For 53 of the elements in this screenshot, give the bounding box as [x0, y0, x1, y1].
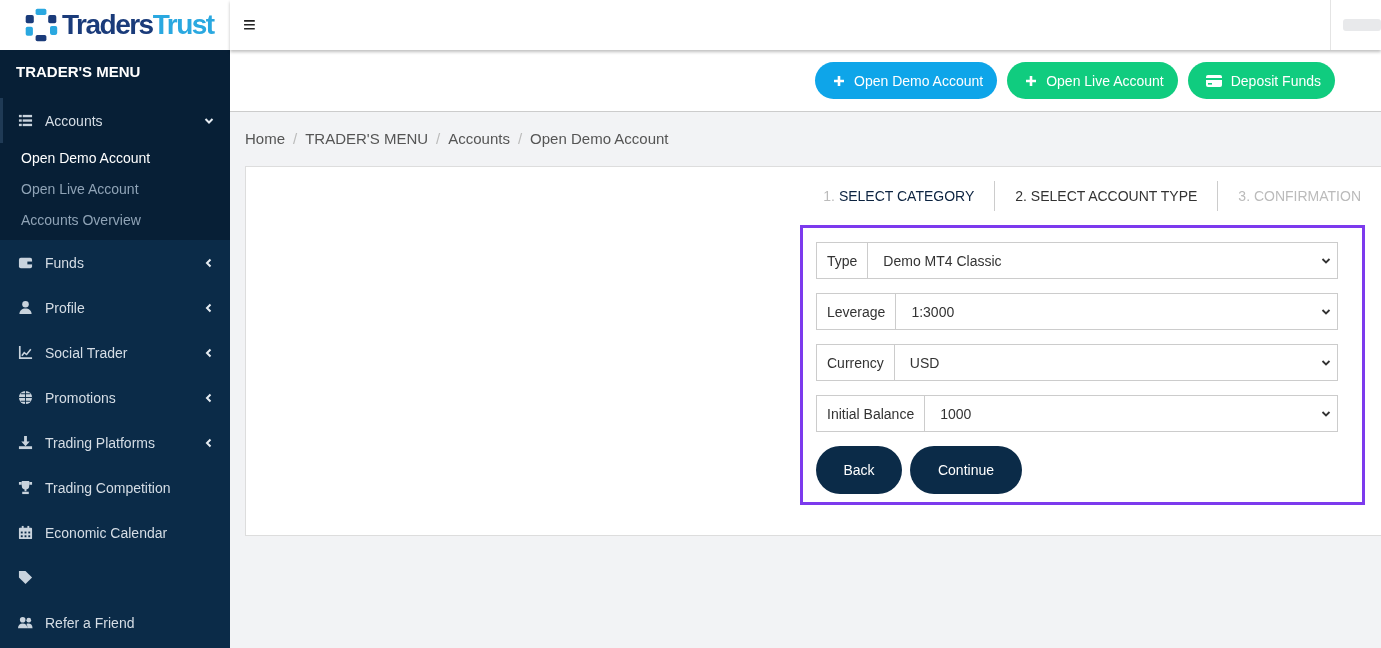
- continue-button[interactable]: Continue: [910, 446, 1022, 494]
- sidebar-label: Profile: [45, 299, 86, 316]
- breadcrumb-separator: /: [436, 130, 441, 147]
- users-icon: [18, 615, 33, 630]
- sidebar-title: TRADER'S MENU: [0, 50, 230, 98]
- sidebar-label: Promotions: [45, 389, 117, 406]
- sidebar-item[interactable]: Refer a Friend: [0, 600, 230, 645]
- sidebar-label: Accounts: [45, 112, 104, 129]
- calendar-icon: [18, 525, 33, 540]
- submenu-item[interactable]: Open Live Account: [0, 174, 230, 205]
- sidebar-label: Trading Competition: [45, 479, 172, 496]
- breadcrumb-item[interactable]: TRADER'S MENU: [305, 130, 429, 147]
- list-icon: [18, 113, 33, 128]
- select-field[interactable]: Type Demo MT4 Classic: [816, 242, 1338, 279]
- plus-icon: [833, 74, 845, 87]
- back-button[interactable]: Back: [816, 446, 902, 494]
- brand-logo: TradersTrust: [62, 9, 214, 41]
- sidebar-label: Social Trader: [45, 344, 129, 361]
- wizard-step: 3. CONFIRMATION: [1217, 181, 1381, 211]
- tag-icon: [18, 570, 33, 585]
- sidebar-label: Trading Platforms: [45, 434, 156, 451]
- select-field[interactable]: Currency USD: [816, 344, 1338, 381]
- sidebar-label: Refer a Friend: [45, 614, 136, 631]
- chart-icon: [18, 345, 33, 360]
- sidebar-item[interactable]: Funds: [0, 240, 230, 285]
- breadcrumb-separator: /: [517, 130, 523, 147]
- wizard-step: 1. SELECT CATEGORY: [803, 181, 995, 211]
- user-icon: [18, 300, 33, 315]
- breadcrumb-separator: /: [293, 130, 298, 147]
- sidebar-label: Funds: [45, 254, 85, 271]
- breadcrumb-item[interactable]: Accounts: [448, 130, 510, 147]
- sidebar-label: Economic Calendar: [45, 524, 169, 541]
- select-field[interactable]: Leverage 1:3000: [816, 293, 1338, 330]
- select-field[interactable]: Initial Balance 1000: [816, 395, 1338, 432]
- sidebar-item[interactable]: Trading Platforms: [0, 420, 230, 465]
- sidebar-item[interactable]: Social Trader: [0, 330, 230, 375]
- sidebar-item[interactable]: Profile: [0, 285, 230, 330]
- credit-card-icon: [1205, 74, 1222, 87]
- breadcrumb-item[interactable]: Home: [245, 130, 285, 147]
- sidebar-item[interactable]: Economic Calendar: [0, 510, 230, 555]
- trophy-icon: [18, 480, 33, 495]
- sidebar-item[interactable]: Trading Competition: [0, 465, 230, 510]
- submenu-item[interactable]: Open Demo Account: [0, 143, 230, 174]
- sidebar-item[interactable]: Accounts: [0, 98, 230, 143]
- sidebar-item[interactable]: Promotions: [0, 375, 230, 420]
- wizard-step: 2. SELECT ACCOUNT TYPE: [994, 181, 1218, 211]
- menu-icon[interactable]: ≡: [243, 12, 256, 38]
- globe-icon: [18, 390, 33, 405]
- wallet-icon: [18, 255, 33, 270]
- breadcrumb-item: Open Demo Account: [530, 130, 669, 147]
- submenu-item[interactable]: Accounts Overview: [0, 205, 230, 236]
- plus-icon: [1025, 74, 1038, 87]
- download-icon: [18, 435, 33, 450]
